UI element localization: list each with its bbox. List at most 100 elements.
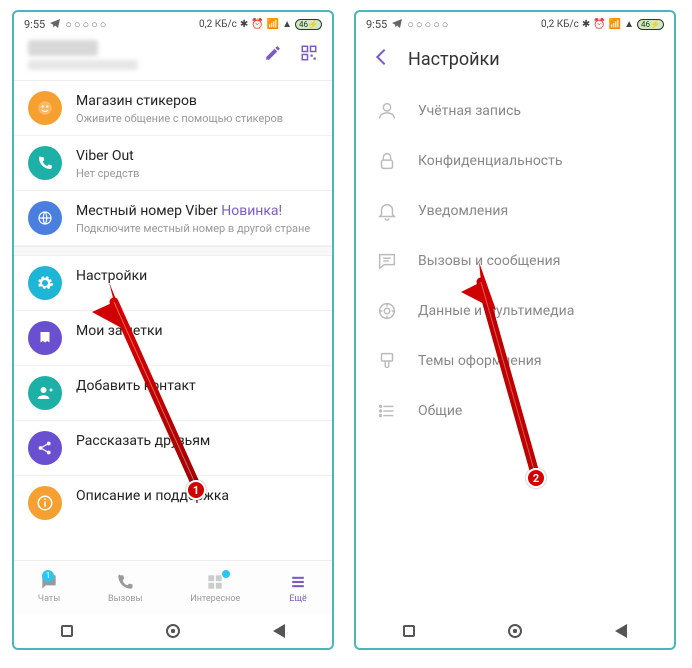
row-account[interactable]: Учётная запись	[356, 86, 674, 136]
status-time: 9:55	[366, 18, 387, 31]
person-icon	[376, 100, 398, 122]
android-nav	[14, 614, 332, 648]
alarm-icon: ⏰	[593, 19, 605, 30]
status-time: 9:55	[24, 18, 45, 31]
row-label: Данные и мультимедиа	[418, 303, 574, 319]
bell-icon	[376, 200, 398, 222]
settings-header: Настройки	[356, 34, 674, 86]
row-title: Описание и поддержка	[76, 488, 229, 505]
row-viber-out[interactable]: Viber Out Нет средств	[14, 136, 332, 191]
page-title: Настройки	[408, 49, 500, 70]
nav-more[interactable]: Ещё	[288, 572, 308, 604]
list-icon	[376, 400, 398, 422]
row-add-contact[interactable]: Добавить контакт	[14, 366, 332, 421]
android-nav	[356, 614, 674, 648]
home-button[interactable]	[166, 624, 180, 638]
row-general[interactable]: Общие	[356, 386, 674, 436]
nav-label: Интересное	[190, 594, 240, 604]
media-icon	[376, 300, 398, 322]
nav-label: Чаты	[38, 594, 60, 604]
battery-icon: 46⚡	[295, 19, 322, 30]
battery-icon: 46⚡	[637, 19, 664, 30]
status-bar: 9:55 ○○○○○ 0,2 КБ/с ✱ ⏰ 📶 ▲ 46⚡	[14, 12, 332, 34]
edit-icon[interactable]	[264, 44, 282, 66]
row-calls-messages[interactable]: Вызовы и сообщения	[356, 236, 674, 286]
row-title: Магазин стикеров	[76, 93, 283, 110]
phone-left: 9:55 ○○○○○ 0,2 КБ/с ✱ ⏰ 📶 ▲ 46⚡	[12, 10, 334, 650]
sticker-icon	[28, 91, 62, 125]
telegram-icon	[49, 17, 61, 32]
profile-name-blurred	[28, 40, 98, 56]
row-local-number[interactable]: Местный номер Viber Новинка! Подключите …	[14, 191, 332, 246]
row-title: Добавить контакт	[76, 378, 196, 395]
signal-icon: 📶	[267, 19, 279, 30]
telegram-icon	[391, 17, 403, 32]
row-label: Темы оформления	[418, 353, 542, 369]
phone-out-icon	[28, 146, 62, 180]
bluetooth-icon: ✱	[240, 19, 248, 30]
row-sub: Нет средств	[76, 167, 139, 180]
chat-icon	[376, 250, 398, 272]
brush-icon	[376, 350, 398, 372]
row-title: Viber Out	[76, 148, 139, 165]
row-label: Общие	[418, 403, 462, 419]
row-title: Местный номер Viber Новинка!	[76, 203, 310, 220]
wifi-icon: ▲	[282, 19, 292, 30]
share-icon	[28, 431, 62, 465]
notes-icon	[28, 321, 62, 355]
row-title: Рассказать друзьям	[76, 433, 210, 450]
lock-icon	[376, 150, 398, 172]
globe-icon	[28, 201, 62, 235]
status-bar: 9:55 ○○○○○ 0,2 КБ/с ✱ ⏰ 📶 ▲ 46⚡	[356, 12, 674, 34]
row-title: Мои заметки	[76, 323, 163, 340]
dot-badge	[222, 570, 230, 578]
wifi-icon: ▲	[624, 19, 634, 30]
nav-badge: 1	[42, 570, 55, 582]
row-themes[interactable]: Темы оформления	[356, 336, 674, 386]
row-my-notes[interactable]: Мои заметки	[14, 311, 332, 366]
nav-label: Вызовы	[108, 594, 142, 604]
row-sub: Оживите общение с помощью стикеров	[76, 112, 283, 125]
settings-list: Учётная запись Конфиденциальность Уведом…	[356, 86, 674, 614]
bottom-nav: 1 Чаты Вызовы Интересное Ещё	[14, 560, 332, 614]
status-net: 0,2 КБ/с	[199, 19, 237, 30]
row-privacy[interactable]: Конфиденциальность	[356, 136, 674, 186]
dots-icon: ○○○○○	[65, 18, 108, 31]
dots-icon: ○○○○○	[407, 18, 450, 31]
row-label: Конфиденциальность	[418, 153, 562, 169]
row-share[interactable]: Рассказать друзьям	[14, 421, 332, 476]
nav-chats[interactable]: 1 Чаты	[38, 572, 60, 604]
add-contact-icon	[28, 376, 62, 410]
signal-icon: 📶	[609, 19, 621, 30]
nav-interesting[interactable]: Интересное	[190, 572, 240, 604]
status-net: 0,2 КБ/с	[541, 19, 579, 30]
info-icon	[28, 486, 62, 520]
row-label: Учётная запись	[418, 103, 521, 119]
row-label: Вызовы и сообщения	[418, 253, 560, 269]
phone-right: 9:55 ○○○○○ 0,2 КБ/с ✱ ⏰ 📶 ▲ 46⚡ Настройк…	[354, 10, 676, 650]
more-menu-list: Магазин стикеров Оживите общение с помощ…	[14, 81, 332, 560]
row-label: Уведомления	[418, 203, 508, 219]
nav-label: Ещё	[289, 594, 306, 604]
profile-phone-blurred	[28, 60, 138, 70]
row-sticker-market[interactable]: Магазин стикеров Оживите общение с помощ…	[14, 81, 332, 136]
profile-header	[14, 34, 332, 80]
row-notifications[interactable]: Уведомления	[356, 186, 674, 236]
recent-button[interactable]	[61, 625, 73, 637]
back-button[interactable]	[273, 624, 285, 638]
gear-icon	[28, 266, 62, 300]
home-button[interactable]	[508, 624, 522, 638]
row-settings[interactable]: Настройки	[14, 256, 332, 311]
row-about[interactable]: Описание и поддержка	[14, 476, 332, 530]
nav-calls[interactable]: Вызовы	[108, 572, 142, 604]
row-media[interactable]: Данные и мультимедиа	[356, 286, 674, 336]
annotation-badge-1: 1	[186, 480, 206, 500]
alarm-icon: ⏰	[251, 19, 263, 30]
back-icon[interactable]	[370, 46, 392, 72]
row-sub: Подключите местный номер в другой стране	[76, 222, 310, 235]
back-button[interactable]	[615, 624, 627, 638]
qr-icon[interactable]	[300, 44, 318, 66]
bluetooth-icon: ✱	[582, 19, 590, 30]
recent-button[interactable]	[403, 625, 415, 637]
row-title: Настройки	[76, 268, 147, 285]
